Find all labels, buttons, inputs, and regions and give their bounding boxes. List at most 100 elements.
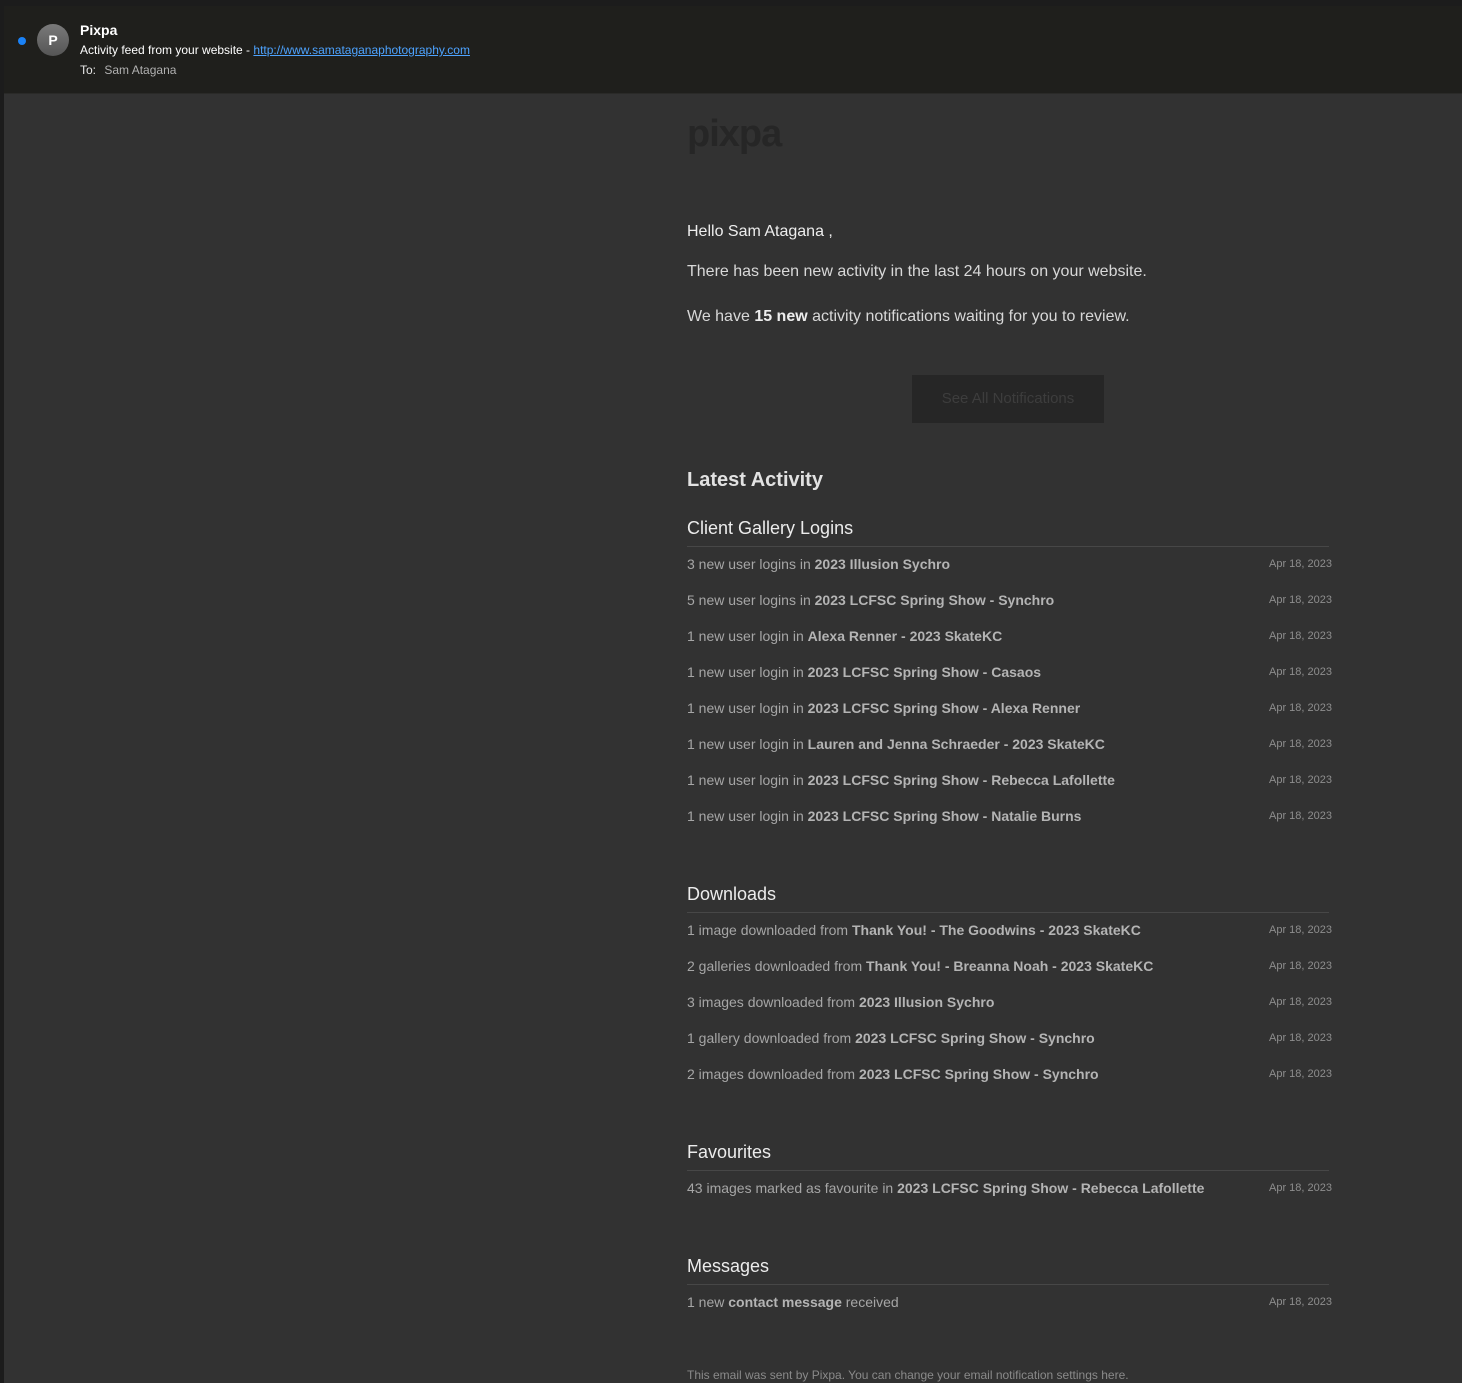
activity-target: Alexa Renner - 2023 SkateKC — [807, 628, 1003, 644]
activity-row[interactable]: 1 new contact message received Apr 18, 20… — [687, 1285, 1332, 1321]
activity-date: Apr 18, 2023 — [1269, 702, 1332, 714]
section-downloads: Downloads 1 image downloaded from Thank Y… — [687, 883, 1332, 1093]
activity-row[interactable]: 3 images downloaded from 2023 Illusion S… — [687, 985, 1332, 1021]
activity-row[interactable]: 1 image downloaded from Thank You! - The… — [687, 913, 1332, 949]
activity-date: Apr 18, 2023 — [1269, 594, 1332, 606]
activity-date: Apr 18, 2023 — [1269, 1068, 1332, 1080]
activity-description: 1 new user login in — [687, 664, 804, 680]
activity-row[interactable]: 43 images marked as favourite in 2023 LC… — [687, 1171, 1332, 1207]
section-title: Favourites — [687, 1141, 1329, 1171]
activity-target: 2023 LCFSC Spring Show - Synchro — [859, 1066, 1099, 1082]
activity-text: 1 new contact message received — [687, 1294, 899, 1310]
activity-target: 2023 LCFSC Spring Show - Synchro — [855, 1030, 1095, 1046]
activity-date: Apr 18, 2023 — [1269, 924, 1332, 936]
activity-target: 2023 Illusion Sychro — [814, 556, 951, 572]
activity-text: 43 images marked as favourite in 2023 LC… — [687, 1180, 1204, 1196]
activity-row[interactable]: 1 gallery downloaded from 2023 LCFSC Spr… — [687, 1021, 1332, 1057]
activity-target: 2023 LCFSC Spring Show - Rebecca Lafolle… — [897, 1180, 1205, 1196]
activity-description: 3 images downloaded from — [687, 994, 856, 1010]
activity-date: Apr 18, 2023 — [1269, 1182, 1332, 1194]
activity-text: 1 image downloaded from Thank You! - The… — [687, 922, 1141, 938]
activity-row[interactable]: 1 new user login in 2023 LCFSC Spring Sh… — [687, 691, 1332, 727]
activity-description: 3 new user logins in — [687, 556, 811, 572]
activity-description: 2 galleries downloaded from — [687, 958, 863, 974]
subject-website-link[interactable]: http://www.samataganaphotography.com — [253, 43, 470, 57]
pixpa-logo: pixpa — [687, 113, 782, 155]
activity-row[interactable]: 1 new user login in Lauren and Jenna Sch… — [687, 727, 1332, 763]
activity-target: Thank You! - The Goodwins - 2023 SkateKC — [852, 922, 1141, 938]
activity-text: 1 new user login in Alexa Renner - 2023 … — [687, 628, 1002, 644]
subject-line: Activity feed from your website - http:/… — [80, 43, 470, 57]
activity-target: 2023 LCFSC Spring Show - Synchro — [814, 592, 1055, 608]
sender-avatar: P — [37, 24, 69, 56]
activity-description: 1 image downloaded from — [687, 922, 849, 938]
unread-indicator — [18, 37, 26, 45]
activity-row[interactable]: 1 new user login in 2023 LCFSC Spring Sh… — [687, 799, 1332, 835]
activity-description: 43 images marked as favourite in — [687, 1180, 894, 1196]
activity-suffix: received — [845, 1294, 899, 1310]
section-messages: Messages 1 new contact message received Ap… — [687, 1255, 1332, 1321]
activity-text: 1 new user login in Lauren and Jenna Sch… — [687, 736, 1105, 752]
activity-date: Apr 18, 2023 — [1269, 666, 1332, 678]
recipient-line: To: Sam Atagana — [80, 63, 176, 77]
activity-row[interactable]: 1 new user login in 2023 LCFSC Spring Sh… — [687, 763, 1332, 799]
subject-text: Activity feed from your website - — [80, 43, 251, 57]
activity-date: Apr 18, 2023 — [1269, 810, 1332, 822]
count-value: 15 new — [754, 308, 808, 325]
section-title: Client Gallery Logins — [687, 517, 1329, 547]
activity-target: Thank You! - Breanna Noah - 2023 SkateKC — [866, 958, 1154, 974]
activity-description: 2 images downloaded from — [687, 1066, 856, 1082]
see-all-notifications-button[interactable]: See All Notifications — [912, 375, 1104, 423]
activity-date: Apr 18, 2023 — [1269, 558, 1332, 570]
activity-row[interactable]: 1 new user login in Alexa Renner - 2023 … — [687, 619, 1332, 655]
activity-text: 1 new user login in 2023 LCFSC Spring Sh… — [687, 808, 1081, 824]
activity-description: 1 new — [687, 1294, 725, 1310]
activity-target: 2023 LCFSC Spring Show - Casaos — [807, 664, 1042, 680]
activity-date: Apr 18, 2023 — [1269, 738, 1332, 750]
activity-row[interactable]: 1 new user login in 2023 LCFSC Spring Sh… — [687, 655, 1332, 691]
activity-target: Lauren and Jenna Schraeder - 2023 SkateK… — [807, 736, 1105, 752]
activity-description: 1 new user login in — [687, 736, 804, 752]
activity-date: Apr 18, 2023 — [1269, 996, 1332, 1008]
sender-name: Pixpa — [80, 22, 118, 38]
section-title: Downloads — [687, 883, 1329, 913]
activity-row[interactable]: 2 images downloaded from 2023 LCFSC Spri… — [687, 1057, 1332, 1093]
activity-target: 2023 Illusion Sychro — [859, 994, 995, 1010]
count-suffix: activity notifications waiting for you t… — [812, 308, 1130, 325]
activity-text: 1 gallery downloaded from 2023 LCFSC Spr… — [687, 1030, 1095, 1046]
recipient-name[interactable]: Sam Atagana — [104, 63, 176, 77]
activity-description: 1 new user login in — [687, 808, 804, 824]
activity-text: 1 new user login in 2023 LCFSC Spring Sh… — [687, 664, 1041, 680]
activity-target: 2023 LCFSC Spring Show - Alexa Renner — [807, 700, 1081, 716]
activity-text: 2 galleries downloaded from Thank You! -… — [687, 958, 1153, 974]
activity-description: 5 new user logins in — [687, 592, 811, 608]
latest-activity-heading: Latest Activity — [687, 469, 823, 491]
activity-text: 2 images downloaded from 2023 LCFSC Spri… — [687, 1066, 1099, 1082]
section-client-gallery-logins: Client Gallery Logins 3 new user logins i… — [687, 517, 1332, 835]
footer-note: This email was sent by Pixpa. You can ch… — [687, 1368, 1129, 1382]
activity-date: Apr 18, 2023 — [1269, 1032, 1332, 1044]
section-title: Messages — [687, 1255, 1329, 1285]
activity-row[interactable]: 5 new user logins in 2023 LCFSC Spring S… — [687, 583, 1332, 619]
activity-description: 1 gallery downloaded from — [687, 1030, 852, 1046]
activity-description: 1 new user login in — [687, 628, 804, 644]
activity-row[interactable]: 3 new user logins in 2023 Illusion Sychr… — [687, 547, 1332, 583]
notification-count-text: We have 15 new activity notifications wa… — [687, 308, 1130, 326]
section-favourites: Favourites 43 images marked as favourite … — [687, 1141, 1332, 1207]
intro-text: There has been new activity in the last … — [687, 263, 1147, 280]
activity-date: Apr 18, 2023 — [1269, 960, 1332, 972]
activity-target: 2023 LCFSC Spring Show - Rebecca Lafolle… — [807, 772, 1115, 788]
email-window: P Pixpa Activity feed from your website … — [4, 6, 1462, 1383]
activity-date: Apr 18, 2023 — [1269, 630, 1332, 642]
activity-text: 3 new user logins in 2023 Illusion Sychr… — [687, 556, 950, 572]
activity-date: Apr 18, 2023 — [1269, 774, 1332, 786]
activity-text: 3 images downloaded from 2023 Illusion S… — [687, 994, 994, 1010]
activity-text: 1 new user login in 2023 LCFSC Spring Sh… — [687, 772, 1115, 788]
mail-header: P Pixpa Activity feed from your website … — [4, 6, 1462, 94]
activity-description: 1 new user login in — [687, 772, 804, 788]
activity-description: 1 new user login in — [687, 700, 804, 716]
activity-text: 5 new user logins in 2023 LCFSC Spring S… — [687, 592, 1054, 608]
activity-row[interactable]: 2 galleries downloaded from Thank You! -… — [687, 949, 1332, 985]
to-label: To: — [80, 63, 97, 77]
greeting: Hello Sam Atagana , — [687, 223, 833, 240]
